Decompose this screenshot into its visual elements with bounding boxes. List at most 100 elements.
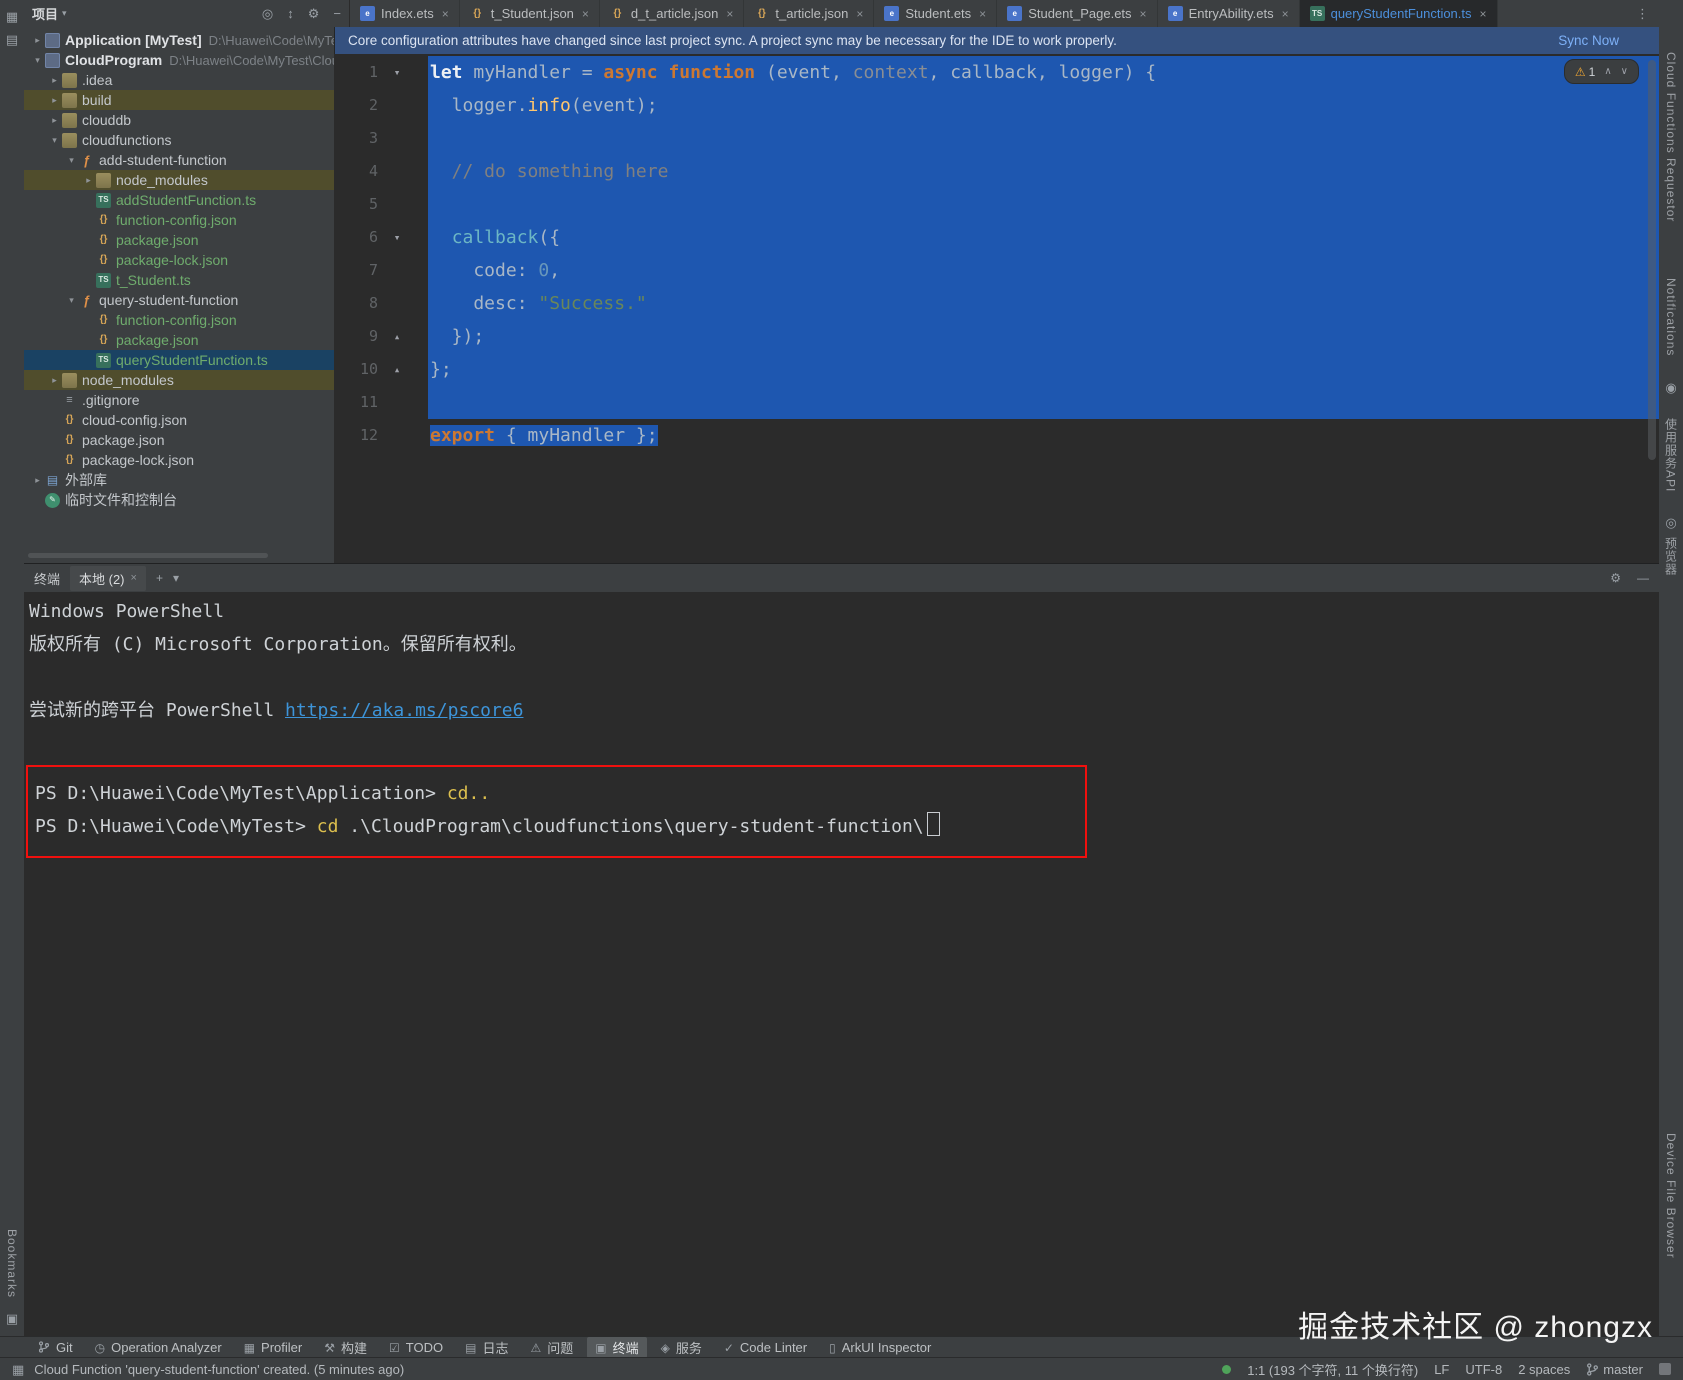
toolwindow-button-problems[interactable]: ⚠ 问题 <box>522 1337 581 1358</box>
tree-item[interactable]: ▸ Application [MyTest] D:\Huawei\Code\MyTe… <box>24 30 334 50</box>
tree-item[interactable]: TS queryStudentFunction.ts <box>24 350 334 370</box>
tab-close-icon[interactable]: × <box>856 7 863 21</box>
editor-tab[interactable]: e Index.ets × <box>350 0 460 27</box>
line-number[interactable]: 7 <box>334 254 384 287</box>
tab-close-icon[interactable]: × <box>726 7 733 21</box>
tree-item[interactable]: TS addStudentFunction.ts <box>24 190 334 210</box>
editor-tab[interactable]: {} t_article.json × <box>744 0 875 27</box>
tool-window-icon[interactable]: ◎ <box>1665 516 1676 529</box>
toolwindow-cloud-functions-requestor[interactable]: Cloud Functions Requestor <box>1664 52 1678 222</box>
expand-arrow-icon[interactable]: ▾ <box>47 135 62 146</box>
line-ending-indicator[interactable]: LF <box>1434 1362 1449 1377</box>
expand-arrow-icon[interactable]: ▾ <box>30 55 45 66</box>
fold-marker-icon[interactable]: ▴ <box>384 353 410 386</box>
line-number[interactable]: 8 <box>334 287 384 320</box>
toolwindow-button-services[interactable]: ◈ 服务 <box>653 1337 710 1358</box>
terminal-dropdown-icon[interactable]: ▾ <box>173 571 179 585</box>
fold-marker-icon[interactable]: ▴ <box>384 320 410 353</box>
locate-file-icon[interactable]: ◎ <box>262 6 273 22</box>
tree-item[interactable]: ▾ CloudProgram D:\Huawei\Code\MyTest\Clou <box>24 50 334 70</box>
tool-window-icon[interactable]: ◉ <box>1665 381 1676 394</box>
tree-item[interactable]: {} package-lock.json <box>24 250 334 270</box>
tree-item[interactable]: {} package.json <box>24 430 334 450</box>
toolwindow-notifications[interactable]: Notifications <box>1664 278 1678 356</box>
editor-tab[interactable]: TS queryStudentFunction.ts × <box>1299 0 1498 27</box>
tab-close-icon[interactable]: × <box>582 7 589 21</box>
tree-item[interactable]: ▸ node_modules <box>24 370 334 390</box>
editor-scrollbar[interactable] <box>1648 60 1656 460</box>
more-options-icon[interactable]: ⋮ <box>1626 0 1659 27</box>
tree-item[interactable]: ▾ ƒ query-student-function <box>24 290 334 310</box>
toolwindow-使用服务api[interactable]: 使用服务API <box>1663 418 1680 492</box>
tree-item[interactable]: {} function-config.json <box>24 210 334 230</box>
tree-item[interactable]: ▸ node_modules <box>24 170 334 190</box>
terminal-tab-local[interactable]: 本地 (2) × <box>70 565 146 591</box>
expand-arrow-icon[interactable]: ▾ <box>64 295 79 306</box>
expand-arrow-icon[interactable]: ▸ <box>47 95 62 106</box>
expand-arrow-icon[interactable]: ▸ <box>30 35 45 46</box>
tree-item[interactable]: ▸ clouddb <box>24 110 334 130</box>
tree-item[interactable]: ▸ build <box>24 90 334 110</box>
tree-item[interactable]: {} package-lock.json <box>24 450 334 470</box>
expand-arrow-icon[interactable]: ▸ <box>47 75 62 86</box>
editor-tab[interactable]: {} d_t_article.json × <box>600 0 745 27</box>
expand-collapse-icon[interactable]: ↕ <box>287 6 294 21</box>
tree-item[interactable]: {} function-config.json <box>24 310 334 330</box>
terminal-output[interactable]: Windows PowerShell 版权所有 (C) Microsoft Cor… <box>24 593 1659 858</box>
tab-close-icon[interactable]: × <box>1480 7 1487 21</box>
fold-marker-icon[interactable]: ▾ <box>384 56 410 89</box>
line-number[interactable]: 4 <box>334 155 384 188</box>
settings-gear-icon[interactable]: ⚙ <box>308 6 320 22</box>
tree-item[interactable]: {} package.json <box>24 330 334 350</box>
line-number[interactable]: 12 <box>334 419 384 452</box>
toolwindow-button-lint[interactable]: ✓ Code Linter <box>716 1339 815 1356</box>
commit-toolwindow-icon[interactable]: ▤ <box>6 33 18 46</box>
expand-arrow-icon[interactable]: ▸ <box>47 115 62 126</box>
editor-tab[interactable]: e Student_Page.ets × <box>997 0 1158 27</box>
tree-item[interactable]: ✎ 临时文件和控制台 <box>24 490 334 510</box>
line-number[interactable]: 6 <box>334 221 384 254</box>
status-corner-icon[interactable] <box>1659 1363 1671 1375</box>
terminal-link[interactable]: https://aka.ms/pscore6 <box>285 700 523 721</box>
tree-item[interactable]: ≡ .gitignore <box>24 390 334 410</box>
git-branch-widget[interactable]: master <box>1586 1362 1643 1377</box>
editor-tab[interactable]: {} t_Student.json × <box>460 0 600 27</box>
toolwindow-button-git[interactable]: Git <box>30 1339 81 1356</box>
toolwindow-button-arkui[interactable]: ▯ ArkUI Inspector <box>821 1339 939 1356</box>
toolwindow-button-analyzer[interactable]: ◷ Operation Analyzer <box>87 1339 230 1356</box>
editor-tab[interactable]: e EntryAbility.ets × <box>1158 0 1300 27</box>
project-toolwindow-icon[interactable]: ▦ <box>6 10 18 23</box>
tree-item[interactable]: {} package.json <box>24 230 334 250</box>
tab-close-icon[interactable]: × <box>1140 7 1147 21</box>
toolwindow-button-todo[interactable]: ☑ TODO <box>381 1339 451 1356</box>
line-number[interactable]: 10 <box>334 353 384 386</box>
tree-item[interactable]: ▸ ▤ 外部库 <box>24 470 334 490</box>
inspection-widget[interactable]: ⚠ 1 ∧ ∨ <box>1563 59 1639 84</box>
indent-indicator[interactable]: 2 spaces <box>1518 1362 1570 1377</box>
new-terminal-icon[interactable]: + <box>156 571 163 585</box>
hide-panel-icon[interactable]: − <box>333 6 341 21</box>
line-number[interactable]: 3 <box>334 122 384 155</box>
tree-item[interactable]: {} cloud-config.json <box>24 410 334 430</box>
tab-close-icon[interactable]: × <box>131 572 137 584</box>
tab-close-icon[interactable]: × <box>979 7 986 21</box>
toolwindow-button-profiler[interactable]: ▦ Profiler <box>236 1339 311 1356</box>
prev-problem-icon[interactable]: ∧ <box>1604 66 1611 77</box>
expand-arrow-icon[interactable]: ▸ <box>47 375 62 386</box>
toolwindow-预览器[interactable]: 预览器 <box>1663 537 1680 576</box>
toolwindow-button-build[interactable]: ⚒ 构建 <box>316 1337 375 1358</box>
expand-arrow-icon[interactable]: ▸ <box>30 475 45 486</box>
line-number[interactable]: 5 <box>334 188 384 221</box>
tree-item[interactable]: ▾ ƒ add-student-function <box>24 150 334 170</box>
tree-item[interactable]: ▾ cloudfunctions <box>24 130 334 150</box>
caret-position[interactable]: 1:1 (193 个字符, 11 个换行符) <box>1247 1360 1418 1379</box>
tab-close-icon[interactable]: × <box>1282 7 1289 21</box>
tree-item[interactable]: TS t_Student.ts <box>24 270 334 290</box>
encoding-indicator[interactable]: UTF-8 <box>1465 1362 1502 1377</box>
chevron-down-icon[interactable]: ▾ <box>62 8 67 19</box>
line-number[interactable]: 11 <box>334 386 384 419</box>
tree-horizontal-scrollbar[interactable] <box>28 553 268 558</box>
line-number[interactable]: 1 <box>334 56 384 89</box>
tab-close-icon[interactable]: × <box>442 7 449 21</box>
inspection-status-dot[interactable] <box>1222 1364 1232 1374</box>
